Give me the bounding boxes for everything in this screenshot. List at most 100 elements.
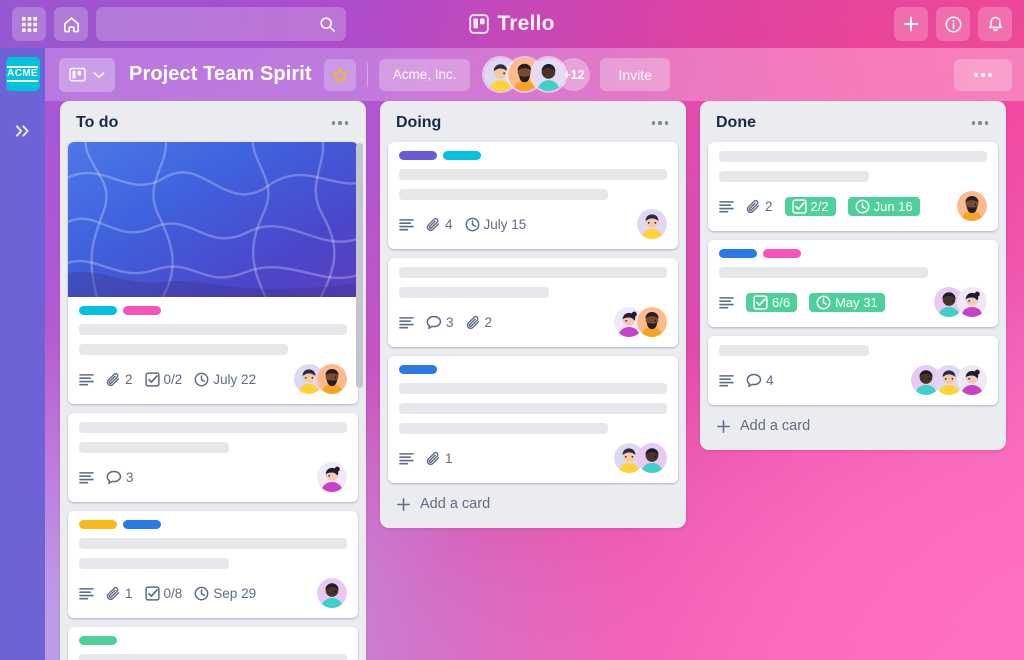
plus-icon: [717, 419, 730, 433]
card-label[interactable]: [79, 306, 117, 315]
avatar[interactable]: [637, 443, 667, 473]
list-menu-button[interactable]: [328, 115, 353, 131]
list-title: To do: [76, 114, 119, 131]
clock-icon: [194, 372, 209, 386]
list-menu-button[interactable]: [648, 115, 673, 131]
comment-icon: [426, 315, 442, 329]
list-header: To do: [68, 109, 358, 142]
avatar[interactable]: [957, 287, 987, 317]
dot-icon: [981, 72, 985, 77]
card-label[interactable]: [123, 520, 161, 529]
card-members: [637, 209, 667, 239]
card-body: 2 0/2 July 22: [68, 297, 358, 404]
badge-text: 3: [126, 469, 134, 485]
member-avatar-icon: [317, 462, 347, 492]
board-canvas: To do 2 0/2 July 22 3 1 0/8 Sep 29 Doing…: [45, 101, 1024, 660]
checklist-icon: [753, 294, 768, 310]
card-members: [614, 307, 667, 337]
card-badge-attachment: 1: [106, 586, 133, 601]
list-menu-button[interactable]: [968, 115, 993, 131]
dot-icon: [988, 72, 992, 77]
workspace-logo[interactable]: ACME: [5, 57, 40, 91]
avatar[interactable]: [317, 578, 347, 608]
card-label[interactable]: [399, 151, 437, 160]
card-label[interactable]: [79, 636, 117, 645]
member-avatar-icon: [957, 191, 987, 221]
board-card[interactable]: 2 2/2 Jun 16: [708, 142, 998, 231]
card-body: 3 2: [388, 258, 678, 347]
sidebar-expand-button[interactable]: [8, 118, 38, 144]
board-card[interactable]: 3: [68, 413, 358, 502]
dot-icon: [331, 121, 335, 125]
card-body: 4 July 15: [388, 142, 678, 249]
card-label[interactable]: [123, 306, 161, 315]
comment-icon: [106, 470, 122, 484]
chevron-down-icon: [93, 71, 105, 78]
card-label[interactable]: [719, 249, 757, 258]
invite-button[interactable]: Invite: [600, 58, 670, 91]
add-card-button[interactable]: Add a card: [708, 405, 998, 448]
card-title-placeholder: [399, 423, 609, 434]
search-input[interactable]: [106, 16, 319, 32]
card-label[interactable]: [399, 365, 437, 374]
card-badge-description: [399, 218, 414, 231]
home-button[interactable]: [54, 7, 88, 41]
avatar[interactable]: [532, 58, 566, 91]
card-body: 1: [388, 356, 678, 483]
card-title-placeholder: [79, 558, 230, 569]
member-avatar-icon: [317, 578, 347, 608]
card-label[interactable]: [763, 249, 801, 258]
card-labels: [79, 520, 347, 529]
avatar[interactable]: [637, 307, 667, 337]
member-avatar-icon: [957, 365, 987, 395]
board-more-menu-button[interactable]: [954, 58, 1012, 91]
avatar[interactable]: [957, 365, 987, 395]
bell-icon: [988, 16, 1002, 31]
card-members: [934, 287, 987, 317]
workspace-logo-text: ACME: [7, 66, 38, 82]
avatar[interactable]: [317, 364, 347, 394]
attachment-icon: [426, 451, 440, 465]
add-button[interactable]: [894, 7, 928, 41]
search-icon: [320, 16, 335, 32]
organization-chip[interactable]: Acme, Inc.: [378, 58, 471, 91]
board-card[interactable]: 1: [388, 356, 678, 483]
search-box[interactable]: [96, 7, 346, 41]
board-card[interactable]: 4 July 15: [388, 142, 678, 249]
board-card[interactable]: 3 2: [388, 258, 678, 347]
card-label[interactable]: [79, 520, 117, 529]
badge-text: Jun 16: [873, 198, 913, 214]
notifications-button[interactable]: [978, 7, 1012, 41]
add-card-button[interactable]: Add a card: [388, 483, 678, 526]
card-title-placeholder: [399, 189, 609, 200]
avatar[interactable]: [637, 209, 667, 239]
invite-label: Invite: [618, 66, 652, 83]
board-card[interactable]: 6/6 May 31: [708, 240, 998, 327]
attachment-icon: [106, 372, 120, 386]
card-badge-description: [79, 373, 94, 386]
card-title-placeholder: [399, 169, 667, 180]
apps-grid-button[interactable]: [12, 7, 46, 41]
card-label[interactable]: [443, 151, 481, 160]
card-body: [68, 627, 358, 660]
organization-name: Acme, Inc.: [392, 67, 457, 82]
card-badge-comment: 3: [426, 315, 454, 330]
board-list: Done 2 2/2 Jun 16 6/6 May 31 4 Add a car…: [700, 101, 1006, 450]
attachment-icon: [466, 315, 479, 329]
board-card[interactable]: [68, 627, 358, 660]
card-badge-attachment: 2: [746, 199, 773, 214]
board-card[interactable]: 2 0/2 July 22: [68, 142, 358, 404]
badge-text: 3: [446, 314, 454, 330]
list-scrollbar[interactable]: [356, 143, 363, 388]
board-card[interactable]: 1 0/8 Sep 29: [68, 511, 358, 618]
info-button[interactable]: [936, 7, 970, 41]
list-title: Doing: [396, 114, 442, 131]
badge-text: July 15: [483, 216, 527, 232]
card-members: [957, 191, 987, 221]
board-card[interactable]: 4: [708, 336, 998, 405]
card-badge-description: [719, 296, 734, 309]
star-board-button[interactable]: [323, 58, 356, 91]
avatar[interactable]: [957, 191, 987, 221]
board-switcher-button[interactable]: [59, 57, 115, 92]
avatar[interactable]: [317, 462, 347, 492]
